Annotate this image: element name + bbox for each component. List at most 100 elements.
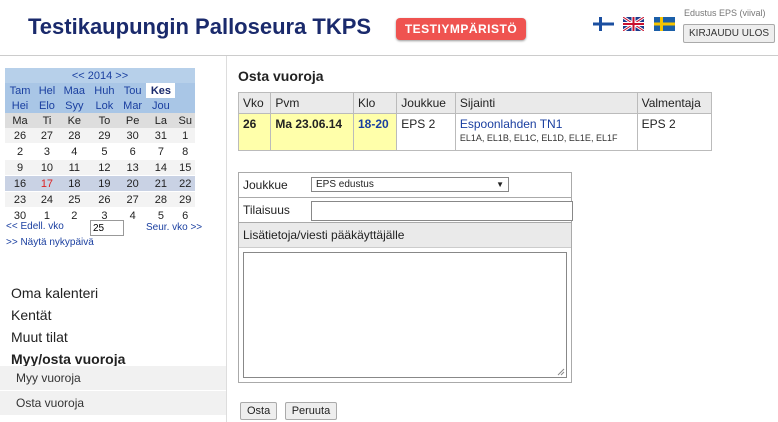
calendar-week-row: 23 24 25 26 27 28 29 (5, 191, 195, 208)
calendar-day[interactable]: 22 (175, 175, 195, 192)
month-huh[interactable]: Huh (89, 83, 119, 98)
booker-input[interactable] (311, 201, 573, 221)
calendar-day[interactable]: 16 (5, 175, 36, 192)
calendar-day[interactable]: 11 (58, 159, 90, 176)
slot-table: Vko Pvm Klo Joukkue Sijainti Valmentaja … (237, 92, 713, 151)
english-flag-icon[interactable] (623, 17, 645, 31)
calendar-day[interactable]: 27 (35, 128, 59, 144)
test-environment-badge: TESTIYMPÄRISTÖ (396, 18, 526, 40)
sidebar-menu: Oma kalenteri Kentät Muut tilat Myy/osta… (11, 282, 125, 370)
sidebar-item-other-spaces[interactable]: Muut tilat (11, 326, 125, 348)
finnish-flag-icon[interactable] (593, 17, 614, 31)
calendar-day[interactable]: 17 (35, 175, 59, 192)
month-lok[interactable]: Lok (89, 98, 119, 113)
next-week-link[interactable]: Seur. vko >> (146, 222, 202, 233)
cancel-button[interactable]: Peruuta (284, 402, 338, 420)
calendar-day[interactable]: 24 (35, 191, 59, 208)
weekday-label: Ke (58, 113, 90, 128)
team-select[interactable]: EPS edustus ▼ (311, 177, 509, 192)
calendar-day[interactable]: 1 (175, 128, 195, 144)
calendar-day[interactable]: 25 (58, 191, 90, 208)
calendar-day[interactable]: 29 (89, 128, 119, 144)
month-hei[interactable]: Hei (5, 98, 36, 113)
submenu-item-buy[interactable]: Osta vuoroja (0, 391, 226, 416)
notes-textarea[interactable] (243, 252, 567, 378)
week-input[interactable] (90, 220, 124, 236)
calendar-day[interactable]: 12 (89, 159, 119, 176)
column-header: Valmentaja (636, 92, 713, 114)
sidebar-submenu: Myy vuoroja Osta vuoroja (0, 366, 226, 416)
month-tou[interactable]: Tou (118, 83, 147, 98)
month-syy[interactable]: Syy (58, 98, 90, 113)
month-tam[interactable]: Tam (5, 83, 36, 98)
buy-button[interactable]: Osta (240, 402, 278, 420)
calendar-day[interactable]: 29 (175, 191, 195, 208)
logout-button[interactable]: KIRJAUDU ULOS (683, 24, 776, 43)
team-label: Joukkue (243, 178, 288, 192)
calendar-day[interactable]: 8 (175, 143, 195, 160)
month-mar[interactable]: Mar (118, 98, 147, 113)
sidebar-divider (226, 56, 227, 422)
language-flags (593, 17, 680, 35)
calendar-day[interactable]: 9 (5, 159, 36, 176)
calendar-day[interactable]: 10 (35, 159, 59, 176)
calendar-day[interactable]: 6 (118, 143, 147, 160)
calendar-day[interactable]: 14 (146, 159, 176, 176)
calendar-day[interactable]: 13 (118, 159, 147, 176)
table-row: 26 Ma 23.06.14 18-20 EPS 2 Espoonlahden … (237, 113, 713, 151)
calendar-week-row: 26 27 28 29 30 31 1 (5, 128, 195, 144)
month-maa[interactable]: Maa (58, 83, 90, 98)
calendar-day[interactable]: 23 (5, 191, 36, 208)
calendar-week-row: 9 10 11 12 13 14 15 (5, 159, 195, 176)
coach-cell: EPS 2 (636, 113, 713, 151)
booker-label: Tilaisuus (243, 203, 290, 217)
resize-handle-icon[interactable] (557, 368, 565, 376)
calendar-day[interactable]: 5 (89, 143, 119, 160)
calendar-day[interactable]: 4 (58, 143, 90, 160)
submenu-item-sell[interactable]: Myy vuoroja (0, 366, 226, 391)
calendar-day[interactable]: 28 (58, 128, 90, 144)
dropdown-arrow-icon: ▼ (496, 180, 504, 189)
calendar-day[interactable]: 27 (118, 191, 147, 208)
location-fields: EL1A, EL1B, EL1C, EL1D, EL1E, EL1F (459, 133, 618, 143)
column-header: Pvm (270, 92, 354, 114)
calendar-day[interactable]: 18 (58, 175, 90, 192)
month-hel[interactable]: Hel (35, 83, 59, 98)
month-jou[interactable]: Jou (146, 98, 176, 113)
calendar-week-row: 2345678 (5, 143, 195, 160)
month-kes[interactable]: Kes (146, 83, 176, 98)
date-cell: Ma 23.06.14 (270, 113, 354, 151)
show-today-link[interactable]: >> Näytä nykypäivä (6, 237, 94, 248)
weekday-label: Ti (35, 113, 59, 128)
week-cell: 26 (237, 113, 272, 151)
location-link[interactable]: Espoonlahden TN1 (460, 117, 633, 131)
user-label: Edustus EPS (viival) (684, 8, 766, 18)
calendar-day[interactable]: 21 (146, 175, 176, 192)
calendar-day[interactable]: 26 (5, 128, 36, 144)
year-nav[interactable]: << 2014 >> (5, 68, 195, 83)
mini-calendar: << 2014 >> Tam Hel Maa Huh Tou Kes Hei E… (5, 68, 195, 224)
calendar-day[interactable]: 2 (5, 143, 36, 160)
calendar-day[interactable]: 20 (118, 175, 147, 192)
calendar-day[interactable]: 3 (35, 143, 59, 160)
calendar-week-row: 16 17 18 19 20 21 22 (5, 175, 195, 192)
column-header: Klo (352, 92, 398, 114)
time-cell: 18-20 (352, 113, 398, 151)
calendar-day[interactable]: 7 (146, 143, 176, 160)
site-title: Testikaupungin Palloseura TKPS (28, 14, 372, 39)
calendar-day[interactable]: 31 (146, 128, 176, 144)
weekday-label: Ma (5, 113, 36, 128)
calendar-day[interactable]: 19 (89, 175, 119, 192)
sidebar-item-fields[interactable]: Kentät (11, 304, 125, 326)
calendar-day[interactable]: 28 (146, 191, 176, 208)
header-divider (0, 55, 778, 56)
notes-label: Lisätietoja/viesti pääkäyttäjälle (243, 228, 405, 242)
sidebar-item-own-calendar[interactable]: Oma kalenteri (11, 282, 125, 304)
calendar-day[interactable]: 30 (118, 128, 147, 144)
swedish-flag-icon[interactable] (653, 17, 675, 31)
calendar-day[interactable]: 26 (89, 191, 119, 208)
prev-week-link[interactable]: << Edell. vko (6, 221, 64, 232)
month-elo[interactable]: Elo (35, 98, 59, 113)
calendar-day[interactable]: 15 (175, 159, 195, 176)
form-buttons: Osta Peruuta (240, 401, 340, 420)
